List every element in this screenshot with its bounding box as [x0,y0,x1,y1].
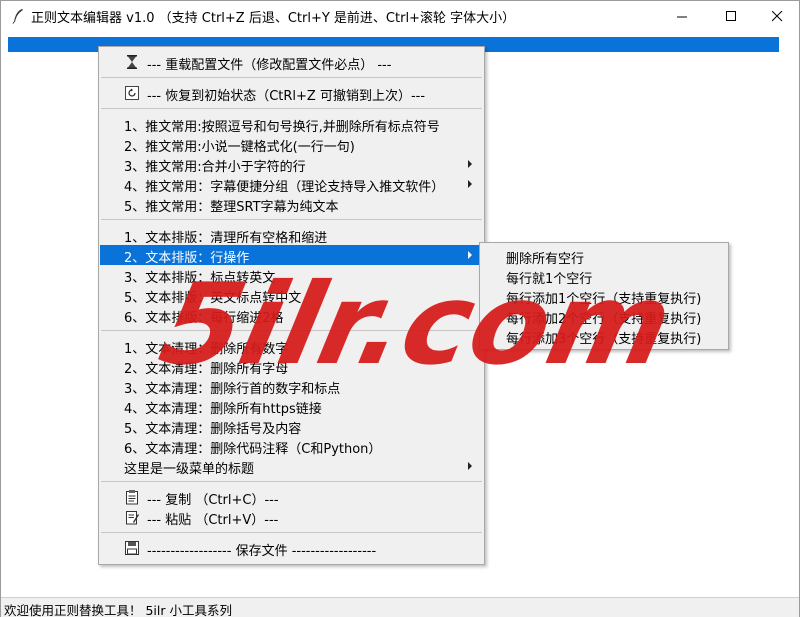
hourglass-icon [127,55,137,69]
menu-item-label: 1、文本清理：删除所有数字 [124,342,289,357]
menu-item-layout-line-ops[interactable]: 2、文本排版：行操作 [100,245,483,266]
menu-item-label: 2、推文常用:小说一键格式化(一行一句) [124,140,355,155]
submenu-item-label: 每行添加2个空行（支持重复执行) [506,312,702,327]
menu-item-label: 4、文本清理：删除所有https链接 [124,402,322,417]
menu-item-clean-6[interactable]: 6、文本清理：删除代码注释（C和Python） [100,436,483,457]
menu-item-layout-1[interactable]: 1、文本排版：清理所有空格和缩进 [100,225,483,246]
maximize-icon [725,10,736,21]
submenu-item-delete-empty-lines[interactable]: 删除所有空行 [481,246,727,267]
menu-item-label: 1、推文常用:按照逗号和句号换行,并删除所有标点符号 [124,120,440,135]
menu-item-tweet-5[interactable]: 5、推文常用：整理SRT字幕为纯文本 [100,194,483,215]
submenu-arrow-icon [468,251,472,259]
title-bar[interactable]: 正则文本编辑器 v1.0 （支持 Ctrl+Z 后退、Ctrl+Y 是前进、Ct… [1,1,799,31]
submenu-item-one-empty-line[interactable]: 每行就1个空行 [481,266,727,287]
menu-item-clean-1[interactable]: 1、文本清理：删除所有数字 [100,336,483,357]
close-icon [771,10,782,21]
submenu-arrow-icon [468,180,472,188]
menu-item-paste[interactable]: --- 粘贴 （Ctrl+V）--- [100,507,483,528]
menu-item-clean-2[interactable]: 2、文本清理：删除所有字母 [100,356,483,377]
context-menu: --- 重载配置文件（修改配置文件必点） --- --- 恢复到初始状态（CtR… [98,46,485,565]
save-icon [125,541,139,555]
clipboard-icon [126,490,138,505]
menu-item-label: --- 重载配置文件（修改配置文件必点） --- [147,58,392,73]
menu-item-save-file[interactable]: ------------------ 保存文件 ----------------… [100,538,483,559]
menu-item-copy[interactable]: --- 复制 （Ctrl+C）--- [100,487,483,508]
submenu-arrow-icon [468,462,472,470]
menu-item-label: --- 粘贴 （Ctrl+V）--- [147,513,279,528]
menu-item-label: 3、文本清理：删除行首的数字和标点 [124,382,341,397]
menu-item-label: 5、推文常用：整理SRT字幕为纯文本 [124,200,339,215]
menu-item-label: --- 恢复到初始状态（CtRl+Z 可撤销到上次）--- [147,89,426,104]
menu-item-reload-config[interactable]: --- 重载配置文件（修改配置文件必点） --- [100,52,483,73]
submenu-item-add-2-empty-lines[interactable]: 每行添加2个空行（支持重复执行) [481,306,727,327]
menu-item-restore-initial[interactable]: --- 恢复到初始状态（CtRl+Z 可撤销到上次）--- [100,83,483,104]
close-button[interactable] [754,1,800,31]
menu-separator [101,108,482,109]
menu-item-clean-4[interactable]: 4、文本清理：删除所有https链接 [100,396,483,417]
menu-separator [101,330,482,331]
menu-item-tweet-4[interactable]: 4、推文常用：字幕便捷分组（理论支持导入推文软件） [100,174,483,195]
menu-item-label: 这里是一级菜单的标题 [124,462,255,477]
menu-item-clean-3[interactable]: 3、文本清理：删除行首的数字和标点 [100,376,483,397]
menu-item-label: 2、文本排版：行操作 [124,251,250,266]
menu-item-tweet-1[interactable]: 1、推文常用:按照逗号和句号换行,并删除所有标点符号 [100,114,483,135]
submenu-item-label: 每行就1个空行 [506,272,593,287]
line-ops-submenu: 删除所有空行 每行就1个空行 每行添加1个空行（支持重复执行) 每行添加2个空行… [479,242,729,350]
menu-item-label: 3、推文常用:合并小于字符的行 [124,160,306,175]
menu-item-label: --- 复制 （Ctrl+C）--- [147,493,279,508]
menu-item-clean-5[interactable]: 5、文本清理：删除括号及内容 [100,416,483,437]
status-bar: 欢迎使用正则替换工具！ 5ilr 小工具系列 [1,597,799,617]
menu-item-label: 4、推文常用：字幕便捷分组（理论支持导入推文软件） [124,180,445,195]
menu-item-label: 5、文本清理：删除括号及内容 [124,422,302,437]
restore-icon [125,86,139,100]
minimize-icon [676,16,687,17]
menu-item-label: 6、文本排版：每行缩进2格 [124,311,284,326]
status-text: 欢迎使用正则替换工具！ 5ilr 小工具系列 [4,603,232,617]
menu-item-tweet-2[interactable]: 2、推文常用:小说一键格式化(一行一句) [100,134,483,155]
menu-item-layout-3[interactable]: 3、文本排版：标点转英文 [100,265,483,286]
maximize-button[interactable] [708,1,754,31]
submenu-item-label: 每行添加1个空行（支持重复执行) [506,292,702,307]
submenu-item-add-1-empty-line[interactable]: 每行添加1个空行（支持重复执行) [481,286,727,307]
paste-icon [126,511,139,525]
menu-item-label: 5、文本排版：英文标点转中文 [124,291,302,306]
app-window: 正则文本编辑器 v1.0 （支持 Ctrl+Z 后退、Ctrl+Y 是前进、Ct… [0,0,800,617]
menu-separator [101,77,482,78]
submenu-item-label: 每行添加3个空行（支持重复执行) [506,332,702,347]
menu-item-label: 1、文本排版：清理所有空格和缩进 [124,231,328,246]
minimize-button[interactable] [659,1,705,31]
menu-item-tweet-3[interactable]: 3、推文常用:合并小于字符的行 [100,154,483,175]
menu-item-first-level-title[interactable]: 这里是一级菜单的标题 [100,456,483,477]
menu-separator [101,481,482,482]
menu-separator [101,219,482,220]
menu-item-label: 3、文本排版：标点转英文 [124,271,276,286]
window-title: 正则文本编辑器 v1.0 （支持 Ctrl+Z 后退、Ctrl+Y 是前进、Ct… [31,11,516,26]
menu-item-label: ------------------ 保存文件 ----------------… [147,544,377,559]
submenu-arrow-icon [468,160,472,168]
feather-pen-icon [12,9,23,24]
menu-item-layout-6[interactable]: 6、文本排版：每行缩进2格 [100,305,483,326]
menu-separator [101,532,482,533]
menu-item-layout-5[interactable]: 5、文本排版：英文标点转中文 [100,285,483,306]
submenu-item-add-3-empty-lines[interactable]: 每行添加3个空行（支持重复执行) [481,326,727,347]
menu-item-label: 6、文本清理：删除代码注释（C和Python） [124,442,382,457]
submenu-item-label: 删除所有空行 [506,252,585,267]
menu-item-label: 2、文本清理：删除所有字母 [124,362,289,377]
